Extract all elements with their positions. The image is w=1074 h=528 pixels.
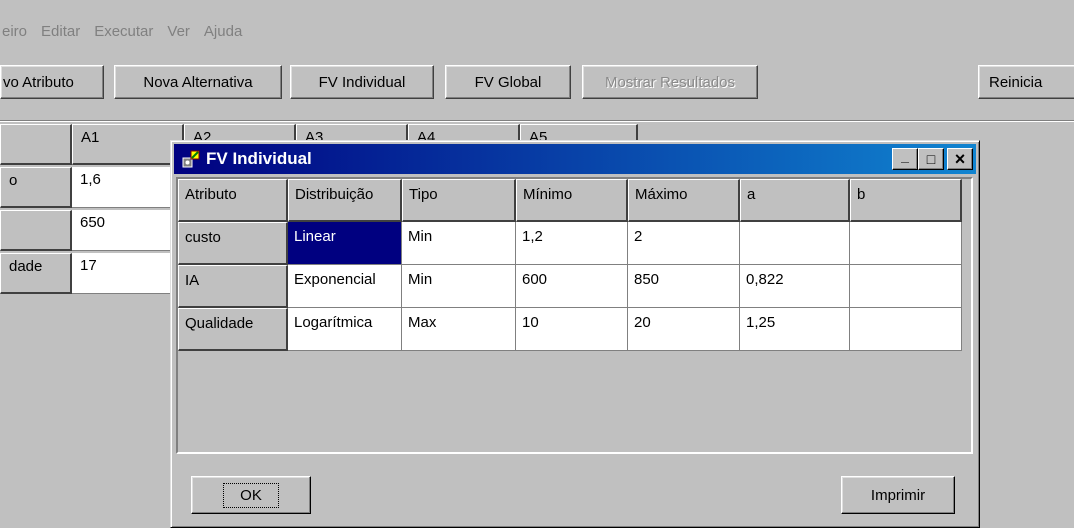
minimize-icon: _: [901, 148, 909, 164]
maximize-icon: □: [926, 151, 936, 167]
grid-cell[interactable]: 10: [516, 308, 628, 351]
grid-cell[interactable]: 17: [72, 253, 184, 294]
row-header[interactable]: IA: [178, 265, 288, 308]
minimize-button[interactable]: _: [892, 148, 918, 170]
toolbar: vo Atributo Nova Alternativa FV Individu…: [0, 48, 1074, 120]
reset-button[interactable]: Reinicia: [978, 65, 1074, 99]
column-header[interactable]: Tipo: [402, 179, 516, 222]
new-alternative-button[interactable]: Nova Alternativa: [114, 65, 282, 99]
toolbar-separator: [0, 120, 1074, 122]
menu-help[interactable]: Ajuda: [204, 23, 242, 40]
menu-edit[interactable]: Editar: [41, 23, 80, 40]
grid-cell[interactable]: 2: [628, 222, 740, 265]
row-header[interactable]: custo: [178, 222, 288, 265]
column-header[interactable]: b: [850, 179, 962, 222]
grid-row-label[interactable]: dade: [0, 253, 72, 294]
close-button[interactable]: ×: [947, 148, 973, 170]
grid-cell[interactable]: Min: [402, 265, 516, 308]
column-header[interactable]: Máximo: [628, 179, 740, 222]
close-icon: ×: [954, 148, 966, 169]
grid-header-a1[interactable]: A1: [72, 124, 184, 165]
grid-cell[interactable]: [850, 222, 962, 265]
column-header[interactable]: a: [740, 179, 850, 222]
menu-file[interactable]: eiro: [2, 23, 27, 40]
grid-cell[interactable]: [850, 265, 962, 308]
new-attribute-button[interactable]: vo Atributo: [0, 65, 104, 99]
grid-corner: [0, 124, 72, 165]
grid-cell[interactable]: 850: [628, 265, 740, 308]
show-results-button: Mostrar Resultados: [582, 65, 758, 99]
maximize-button[interactable]: □: [918, 148, 944, 170]
app-icon[interactable]: [180, 148, 202, 170]
grid-cell[interactable]: 20: [628, 308, 740, 351]
grid-row-label[interactable]: [0, 210, 72, 251]
grid-cell[interactable]: [850, 308, 962, 351]
ok-button[interactable]: OK: [191, 476, 311, 514]
print-button[interactable]: Imprimir: [841, 476, 955, 514]
grid-cell[interactable]: Max: [402, 308, 516, 351]
grid-cell[interactable]: 1,2: [516, 222, 628, 265]
grid-cell[interactable]: 600: [516, 265, 628, 308]
grid-row-label[interactable]: o: [0, 167, 72, 208]
grid-cell[interactable]: [740, 222, 850, 265]
fv-individual-dialog: FV Individual _ □ × Atributo Distribuição…: [170, 140, 980, 528]
grid-cell[interactable]: Min: [402, 222, 516, 265]
fv-grid[interactable]: Atributo Distribuição Tipo Mínimo Máximo a b cu…: [176, 177, 973, 454]
grid-cell[interactable]: 1,25: [740, 308, 850, 351]
grid-cell[interactable]: 650: [72, 210, 184, 251]
grid-cell[interactable]: 1,6: [72, 167, 184, 208]
menu-view[interactable]: Ver: [167, 23, 190, 40]
dialog-title-bar[interactable]: FV Individual _ □ ×: [174, 144, 976, 174]
fv-individual-button[interactable]: FV Individual: [290, 65, 434, 99]
column-header[interactable]: Distribuição: [288, 179, 402, 222]
menu-bar: eiro Editar Executar Ver Ajuda: [0, 14, 1074, 48]
column-header[interactable]: Atributo: [178, 179, 288, 222]
row-header[interactable]: Qualidade: [178, 308, 288, 351]
grid-cell[interactable]: Logarítmica: [288, 308, 402, 351]
dialog-title: FV Individual: [206, 149, 312, 168]
grid-cell[interactable]: Linear: [288, 222, 402, 265]
menu-run[interactable]: Executar: [94, 23, 153, 40]
grid-cell[interactable]: Exponencial: [288, 265, 402, 308]
ok-label: OK: [223, 482, 279, 508]
grid-cell[interactable]: 0,822: [740, 265, 850, 308]
column-header[interactable]: Mínimo: [516, 179, 628, 222]
fv-global-button[interactable]: FV Global: [445, 65, 571, 99]
